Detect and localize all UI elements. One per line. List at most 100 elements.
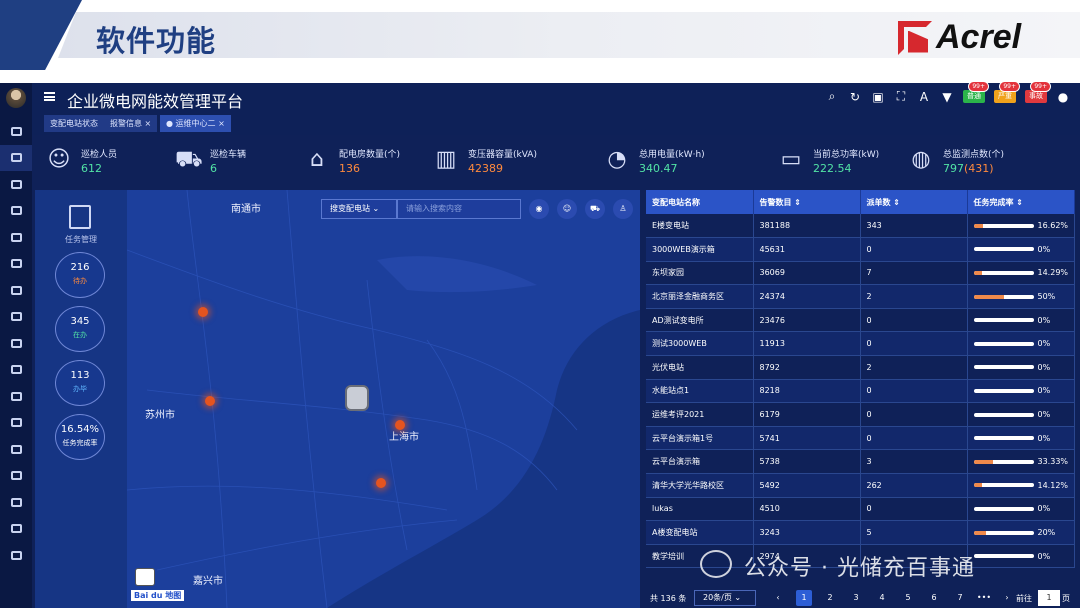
sidebar-item-dashboard-icon[interactable] — [0, 118, 32, 145]
page-7-button[interactable]: 7 — [952, 590, 968, 606]
stat-value: 42389 — [468, 162, 503, 175]
page-5-button[interactable]: 5 — [900, 590, 916, 606]
more-pages-button[interactable]: ••• — [976, 590, 992, 606]
table-row[interactable]: 3000WEB演示箱 45631 0 0% — [646, 237, 1075, 262]
fullscreen-icon[interactable]: ⛶ — [894, 89, 908, 104]
font-size-icon[interactable]: A — [917, 90, 931, 104]
cell-name: 3000WEB演示箱 — [646, 237, 754, 262]
search-icon[interactable]: ⌕ — [825, 89, 839, 104]
search-input[interactable]: 请输入搜索内容 — [397, 199, 521, 219]
tab-substation-status[interactable]: 变配电站状态 — [44, 115, 104, 132]
person-filter-icon[interactable]: ☺ — [557, 199, 577, 219]
tab-alarm-info[interactable]: 报警信息 × — [104, 115, 158, 132]
table-row[interactable]: 云平台演示箱 5738 3 33.33% — [646, 449, 1075, 475]
alarm-badge-serious[interactable]: 严重 99+ — [994, 81, 1020, 103]
page-size-select[interactable]: 20条/页 ⌄ — [694, 590, 756, 606]
task-done[interactable]: 113 办毕 — [55, 360, 105, 406]
page-3-button[interactable]: 3 — [848, 590, 864, 606]
page-6-button[interactable]: 6 — [926, 590, 942, 606]
task-in-progress[interactable]: 345 在办 — [55, 306, 105, 352]
sidebar-item-calendar-icon[interactable] — [0, 436, 32, 463]
hamburger-menu-icon[interactable] — [44, 92, 55, 101]
cell-orders: 262 — [860, 473, 968, 498]
column-header-name[interactable]: 变配电站名称 — [646, 190, 754, 214]
app-screen: 企业微电网能效管理平台 ⌕ ↻ ▣ ⛶ A ▼ 普通 99+ 严重 99+ 事故 99… — [0, 81, 1080, 608]
page-1-button[interactable]: 1 — [796, 590, 812, 606]
table-row[interactable]: 云平台演示箱1号 5741 0 0% — [646, 426, 1075, 451]
sidebar-item-checklist-icon[interactable] — [0, 330, 32, 357]
refresh-icon[interactable]: ↻ — [848, 90, 862, 104]
sidebar-item-grid-icon[interactable] — [0, 357, 32, 384]
goto-page-input[interactable]: 1 — [1038, 590, 1060, 606]
alarm-badge-accident[interactable]: 事故 99+ — [1025, 81, 1051, 103]
person-icon: ☺ — [47, 147, 71, 172]
table-row[interactable]: lukas 4510 0 0% — [646, 497, 1075, 522]
page-2-button[interactable]: 2 — [822, 590, 838, 606]
sidebar-item-users-icon[interactable] — [0, 542, 32, 569]
table-row[interactable]: 光伏电站 8792 2 0% — [646, 355, 1075, 380]
sidebar-item-edit-icon[interactable] — [0, 410, 32, 437]
cell-alarms: 3243 — [753, 520, 861, 545]
alarm-badge-normal[interactable]: 普通 99+ — [963, 81, 989, 103]
sidebar-item-document-icon[interactable] — [0, 251, 32, 278]
sidebar-item-chart-icon[interactable] — [0, 224, 32, 251]
sidebar-item-cloud-icon[interactable] — [0, 516, 32, 543]
cell-name: E楼变电站 — [646, 214, 754, 239]
stat-label: 配电房数量(个) — [339, 150, 401, 160]
map-canvas[interactable]: 搜变配电站 ⌄ 请输入搜索内容 ◉ ☺ ⛟ ♙ 南通市 苏州市 上海市 嘉兴市 … — [127, 190, 640, 608]
column-header-rate[interactable]: 任务完成率 ⇕ — [967, 190, 1075, 214]
next-page-button[interactable]: › — [1002, 590, 1012, 606]
topbar: 企业微电网能效管理平台 ⌕ ↻ ▣ ⛶ A ▼ 普通 99+ 严重 99+ 事故 99… — [32, 81, 1080, 113]
completion-progress-bar — [973, 294, 1034, 299]
completion-progress-fill — [973, 459, 994, 464]
sidebar-item-alarm-icon[interactable] — [0, 277, 32, 304]
map-marker[interactable] — [376, 478, 386, 488]
task-pending[interactable]: 216 待办 — [55, 252, 105, 298]
column-header-orders[interactable]: 派单数 ⇕ — [860, 190, 968, 214]
map-marker[interactable] — [198, 307, 208, 317]
acrel-logo-text: Acrel — [936, 18, 1022, 56]
table-row[interactable]: 水能站点1 8218 0 0% — [646, 379, 1075, 404]
cell-rate: 0% — [967, 544, 1075, 569]
map-marker[interactable] — [205, 396, 215, 406]
cell-orders: 0 — [860, 426, 968, 451]
save-icon[interactable]: ▣ — [871, 90, 885, 104]
theme-shirt-icon[interactable]: ▼ — [940, 90, 954, 104]
cell-orders: 0 — [860, 402, 968, 427]
truck-filter-icon[interactable]: ⛟ — [585, 199, 605, 219]
monitor-icon: ▭ — [780, 147, 802, 172]
sidebar-item-apps-icon[interactable] — [0, 489, 32, 516]
table-row[interactable]: E楼变电站 381188 343 16.62% — [646, 214, 1075, 239]
user-icon[interactable]: ● — [1056, 90, 1070, 104]
eye-icon[interactable]: ◉ — [529, 199, 549, 219]
table-row[interactable]: AD测试变电所 23476 0 0% — [646, 308, 1075, 333]
table-row[interactable]: 清华大学光华路校区 5492 262 14.12% — [646, 473, 1075, 498]
table-row[interactable]: 测试3000WEB 11913 0 0% — [646, 331, 1075, 357]
cell-rate: 50% — [967, 284, 1075, 309]
sidebar-item-monitor-icon[interactable] — [0, 144, 32, 171]
table-row[interactable]: 东坝家园 36069 7 14.29% — [646, 261, 1075, 286]
column-header-alarms[interactable]: 告警数目 ⇕ — [753, 190, 861, 214]
sidebar-item-folder-icon[interactable] — [0, 198, 32, 225]
task-completion-rate[interactable]: 16.54% 任务完成率 — [55, 414, 105, 460]
tab-ops-center-2[interactable]: ● 运维中心二 × — [160, 115, 231, 132]
table-row[interactable]: 运维考评2021 6179 0 0% — [646, 402, 1075, 427]
table-row[interactable]: 北京丽泽金融商务区 24374 2 50% — [646, 284, 1075, 309]
completion-rate-label: 16.62% — [1037, 221, 1069, 231]
stats-bar: ☺ 巡检人员 612 ⛟ 巡检车辆 6 ⌂ 配电房数量(个) 136 ▥ 变压器… — [32, 137, 1080, 187]
vehicle-marker-icon[interactable] — [345, 385, 369, 411]
user-filter-icon[interactable]: ♙ — [613, 199, 633, 219]
map-locate-icon[interactable] — [135, 568, 155, 586]
sidebar-item-network-icon[interactable] — [0, 304, 32, 331]
avatar[interactable] — [6, 88, 26, 108]
sidebar-item-globe-icon[interactable] — [0, 171, 32, 198]
meter-icon: ◔ — [607, 147, 627, 172]
substation-search-select[interactable]: 搜变配电站 ⌄ — [321, 199, 397, 219]
sidebar-item-list-icon[interactable] — [0, 383, 32, 410]
sidebar-item-home-icon[interactable] — [0, 463, 32, 490]
map-search: 搜变配电站 ⌄ 请输入搜索内容 — [321, 199, 521, 219]
map-marker[interactable] — [395, 420, 405, 430]
page-4-button[interactable]: 4 — [874, 590, 890, 606]
table-row[interactable]: A楼变配电站 3243 5 20% — [646, 520, 1075, 545]
prev-page-button[interactable]: ‹ — [770, 590, 786, 606]
